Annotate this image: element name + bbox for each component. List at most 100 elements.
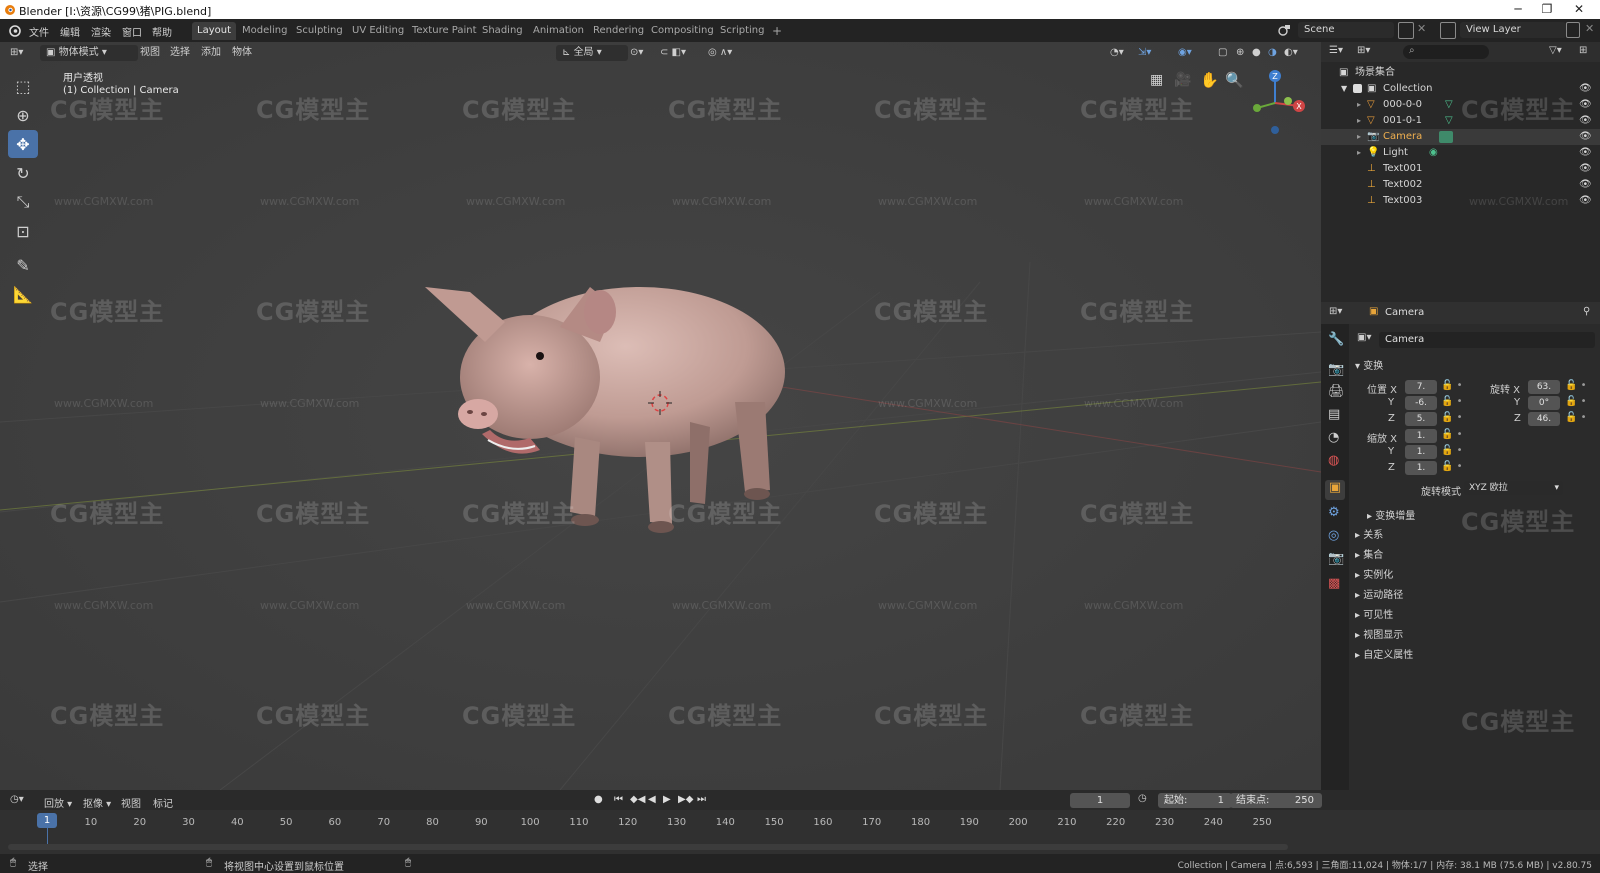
tab-texture-paint[interactable]: Texture Paint	[407, 22, 482, 40]
overlays-icon[interactable]: ◉▾	[1178, 45, 1192, 61]
relations-section[interactable]: ▸ 关系	[1355, 526, 1383, 541]
rotation-mode-selector[interactable]: XYZ 欧拉 ▾	[1464, 481, 1563, 495]
outliner-scene-collection[interactable]: ▣ 场景集合	[1321, 65, 1600, 81]
delta-transform-section[interactable]: ▸ 变换增量	[1367, 507, 1415, 522]
tab-animation[interactable]: Animation	[528, 22, 589, 40]
mode-selector[interactable]: ▣ 物体模式 ▾	[40, 45, 138, 61]
xray-icon[interactable]: ▢	[1218, 45, 1227, 61]
material-shading-icon[interactable]: ◑	[1268, 45, 1277, 61]
visibility-eye-icon[interactable]: 👁	[1579, 97, 1592, 113]
lock-icon[interactable]: 🔓 •	[1565, 380, 1587, 391]
blender-menu-icon[interactable]	[8, 24, 22, 37]
wireframe-shading-icon[interactable]: ⊕	[1236, 45, 1244, 61]
visibility-eye-icon[interactable]: 👁	[1579, 177, 1592, 193]
cursor-tool-icon[interactable]: ⊕	[8, 101, 38, 129]
timeline-editor-type-icon[interactable]: ◷▾	[10, 794, 24, 805]
tab-layout[interactable]: Layout	[192, 22, 236, 40]
lock-icon[interactable]: 🔓 •	[1441, 412, 1463, 423]
tab-uv-editing[interactable]: UV Editing	[347, 22, 409, 40]
visibility-eye-icon[interactable]: 👁	[1579, 193, 1592, 209]
lock-icon[interactable]: 🔓 •	[1565, 412, 1587, 423]
object-data-tab-icon[interactable]: 📷	[1328, 551, 1344, 566]
expand-icon[interactable]: ▼	[1341, 81, 1347, 97]
jump-end-icon[interactable]: ⏭	[697, 794, 706, 805]
outliner-item[interactable]: ⊥ Text001 👁	[1321, 161, 1600, 177]
pivot-icon[interactable]: ⊙▾	[630, 45, 643, 61]
filter-icon[interactable]: ▽▾	[1549, 45, 1562, 56]
visibility-eye-icon[interactable]: 👁	[1579, 129, 1592, 145]
outliner-search-input[interactable]: ⌕	[1403, 45, 1489, 59]
output-tab-icon[interactable]: 🖨	[1328, 384, 1345, 399]
location-z-field[interactable]: 5.	[1405, 412, 1437, 426]
jump-start-icon[interactable]: ⏮	[614, 794, 623, 805]
menu-edit[interactable]: 编辑	[60, 24, 80, 39]
transform-tool-icon[interactable]: ⊡	[8, 217, 38, 245]
collections-section[interactable]: ▸ 集合	[1355, 546, 1383, 561]
motion-paths-section[interactable]: ▸ 运动路径	[1355, 586, 1403, 601]
rendered-shading-icon[interactable]: ◐▾	[1284, 45, 1298, 61]
custom-properties-section[interactable]: ▸ 自定义属性	[1355, 646, 1413, 661]
object-type-icon[interactable]: ▣▾	[1357, 332, 1371, 343]
scale-x-field[interactable]: 1.	[1405, 429, 1437, 443]
timeline-menu-playback[interactable]: 回放 ▾	[44, 795, 72, 810]
physics-tab-icon[interactable]: ◎	[1328, 528, 1339, 543]
object-name-field[interactable]: Camera	[1379, 332, 1595, 348]
select-box-tool-icon[interactable]: ⬚	[8, 72, 38, 100]
texture-tab-icon[interactable]: ▩	[1328, 576, 1340, 591]
outliner-editor-type-icon[interactable]: ☰▾	[1329, 45, 1343, 56]
lock-icon[interactable]: 🔓 •	[1441, 445, 1463, 456]
rotation-z-field[interactable]: 46.	[1528, 412, 1560, 426]
tab-scripting[interactable]: Scripting	[715, 22, 769, 40]
gizmo-toggle-icon[interactable]: ⇲▾	[1138, 45, 1151, 61]
visibility-eye-icon[interactable]: 👁	[1579, 145, 1592, 161]
toggle-camera-grid-icon[interactable]: ▦	[1150, 72, 1163, 88]
viewport-menu-select[interactable]: 选择	[170, 45, 190, 61]
timeline-menu-keying[interactable]: 抠像 ▾	[83, 795, 111, 810]
scale-y-field[interactable]: 1.	[1405, 445, 1437, 459]
tab-modeling[interactable]: Modeling	[237, 22, 293, 40]
timeline-menu-marker[interactable]: 标记	[153, 795, 173, 810]
lock-icon[interactable]: 🔓 •	[1441, 380, 1463, 391]
outliner-item-active[interactable]: ▸ 📷 Camera 👁	[1321, 129, 1600, 145]
measure-tool-icon[interactable]: 📐	[8, 280, 38, 308]
start-frame-field[interactable]: 起始: 1	[1158, 793, 1232, 808]
viewport-menu-object[interactable]: 物体	[232, 45, 252, 61]
lock-icon[interactable]: 🔓 •	[1565, 396, 1587, 407]
new-collection-icon[interactable]: ⊞	[1579, 45, 1587, 56]
menu-window[interactable]: 窗口	[122, 24, 142, 39]
3d-viewport[interactable]: CG模型主 CG模型主 CG模型主 CG模型主 CG模型主 CG模型主 www.…	[0, 42, 1321, 790]
menu-render[interactable]: 渲染	[91, 24, 111, 39]
rotate-tool-icon[interactable]: ↻	[8, 159, 38, 187]
navigation-gizmo[interactable]: Z X	[1240, 68, 1310, 138]
proportional-edit-icon[interactable]: ◎ ∧▾	[708, 45, 732, 61]
modifier-tab-icon[interactable]: ⚙	[1328, 505, 1340, 520]
pin-icon[interactable]: ⚲	[1583, 306, 1590, 317]
viewport-display-section[interactable]: ▸ 视图显示	[1355, 626, 1403, 641]
visibility-eye-icon[interactable]: 👁	[1579, 161, 1592, 177]
properties-editor-type-icon[interactable]: ⊞▾	[1329, 306, 1342, 317]
scene-tab-icon[interactable]: ◔	[1328, 430, 1339, 445]
object-tab-icon[interactable]: ▣	[1325, 480, 1345, 500]
visibility-eye-icon[interactable]: 👁	[1579, 113, 1592, 129]
maximize-button[interactable]: ❐	[1534, 1, 1560, 18]
auto-keying-icon[interactable]: ●	[594, 794, 603, 805]
lock-icon[interactable]: 🔓 •	[1441, 461, 1463, 472]
delete-scene-icon[interactable]: ✕	[1417, 22, 1426, 35]
new-scene-icon[interactable]	[1398, 22, 1414, 39]
view-layer-selector[interactable]: View Layer	[1460, 22, 1566, 38]
transform-section-header[interactable]: ▾ 变换	[1355, 357, 1383, 372]
lock-icon[interactable]: 🔓 •	[1441, 396, 1463, 407]
viewport-menu-view[interactable]: 视图	[140, 45, 160, 61]
visibility-eye-icon[interactable]: 👁	[1579, 81, 1592, 97]
menu-help[interactable]: 帮助	[152, 24, 172, 39]
view-layer-icon[interactable]	[1440, 22, 1456, 39]
timeline-scrollbar[interactable]	[8, 844, 1288, 850]
viewport-menu-add[interactable]: 添加	[201, 45, 221, 61]
pan-view-icon[interactable]: ✋	[1200, 71, 1219, 89]
lock-icon[interactable]: 🔓 •	[1441, 429, 1463, 440]
jump-prev-keyframe-icon[interactable]: ◆◀	[630, 794, 645, 805]
end-frame-field[interactable]: 结束点: 250	[1230, 793, 1322, 808]
move-tool-icon[interactable]: ✥	[8, 130, 38, 158]
tab-rendering[interactable]: Rendering	[588, 22, 649, 40]
delete-view-layer-icon[interactable]: ✕	[1585, 22, 1594, 35]
